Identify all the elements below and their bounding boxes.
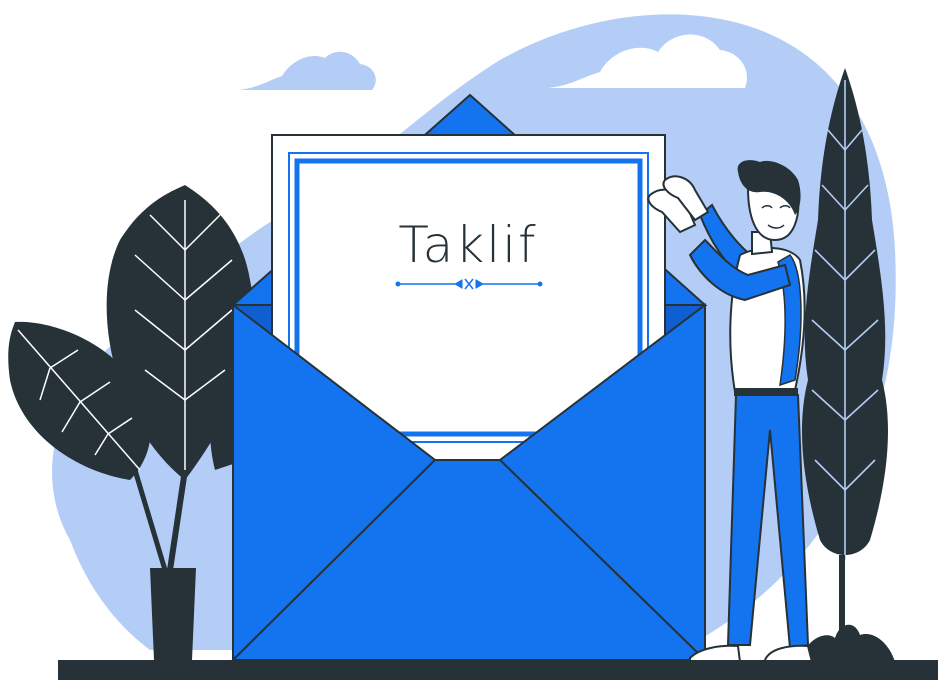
invitation-illustration: Taklif bbox=[8, 14, 938, 680]
invitation-title: Taklif bbox=[398, 216, 537, 274]
cloud-left-icon bbox=[238, 51, 376, 90]
ground-line bbox=[58, 660, 938, 680]
